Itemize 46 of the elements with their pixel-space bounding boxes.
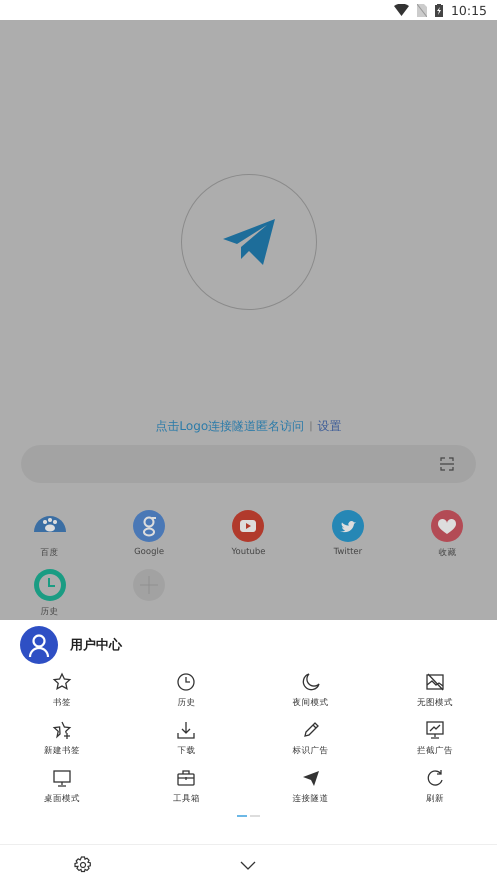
clock-icon [176, 672, 196, 692]
scan-icon[interactable] [440, 457, 454, 471]
image-off-icon [424, 672, 445, 692]
avatar-icon[interactable] [20, 626, 58, 664]
clock-icon [34, 569, 66, 601]
clock-time: 10:15 [450, 2, 487, 18]
moon-icon [300, 672, 321, 692]
paper-plane-icon [300, 768, 321, 788]
paper-plane-icon [222, 219, 274, 265]
bird-icon [332, 510, 364, 542]
menu-item[interactable]: 书签 [0, 672, 124, 709]
menu-item[interactable]: 工具箱 [124, 768, 248, 805]
monitor-icon [52, 768, 72, 788]
menu-item[interactable]: 夜间模式 [248, 672, 373, 709]
toolbox-icon [176, 768, 196, 788]
shortcut-label[interactable]: 历史 [40, 606, 59, 618]
battery-icon [434, 4, 443, 16]
play-icon [232, 510, 264, 542]
menu-item[interactable]: 拦截广告 [372, 720, 497, 757]
chevron-down-icon[interactable] [240, 860, 256, 870]
shortcut-label[interactable]: Twitter [334, 547, 362, 557]
menu-item[interactable]: 历史 [124, 672, 248, 709]
no-sim-icon [416, 4, 427, 16]
download-icon [176, 720, 196, 740]
shortcut-label[interactable]: 百度 [40, 547, 59, 559]
menu-item[interactable]: 桌面模式 [0, 768, 124, 805]
wifi-icon [394, 4, 409, 16]
star-plus-icon [52, 720, 72, 740]
google-icon [133, 510, 166, 542]
refresh-icon [424, 768, 445, 788]
menu-item[interactable]: 无图模式 [372, 672, 497, 709]
menu-item[interactable]: 新建书签 [0, 720, 124, 757]
user-center-label[interactable]: 用户中心 [70, 636, 122, 654]
settings-icon[interactable] [74, 856, 92, 874]
search-field[interactable] [21, 445, 476, 483]
menu-item[interactable]: 刷新 [372, 768, 497, 805]
menu-item[interactable]: 下载 [124, 720, 248, 757]
separator: | [309, 421, 313, 432]
logo-button[interactable] [180, 174, 316, 310]
shortcut-label[interactable]: Youtube [231, 547, 266, 557]
monitor-chart-icon [424, 720, 445, 740]
shortcut-label[interactable]: 收藏 [438, 547, 456, 559]
star-icon [52, 672, 72, 692]
menu-item[interactable]: 连接隧道 [248, 768, 373, 805]
shortcut-label[interactable]: Google [134, 547, 164, 557]
menu-item[interactable]: 标识广告 [248, 720, 373, 757]
